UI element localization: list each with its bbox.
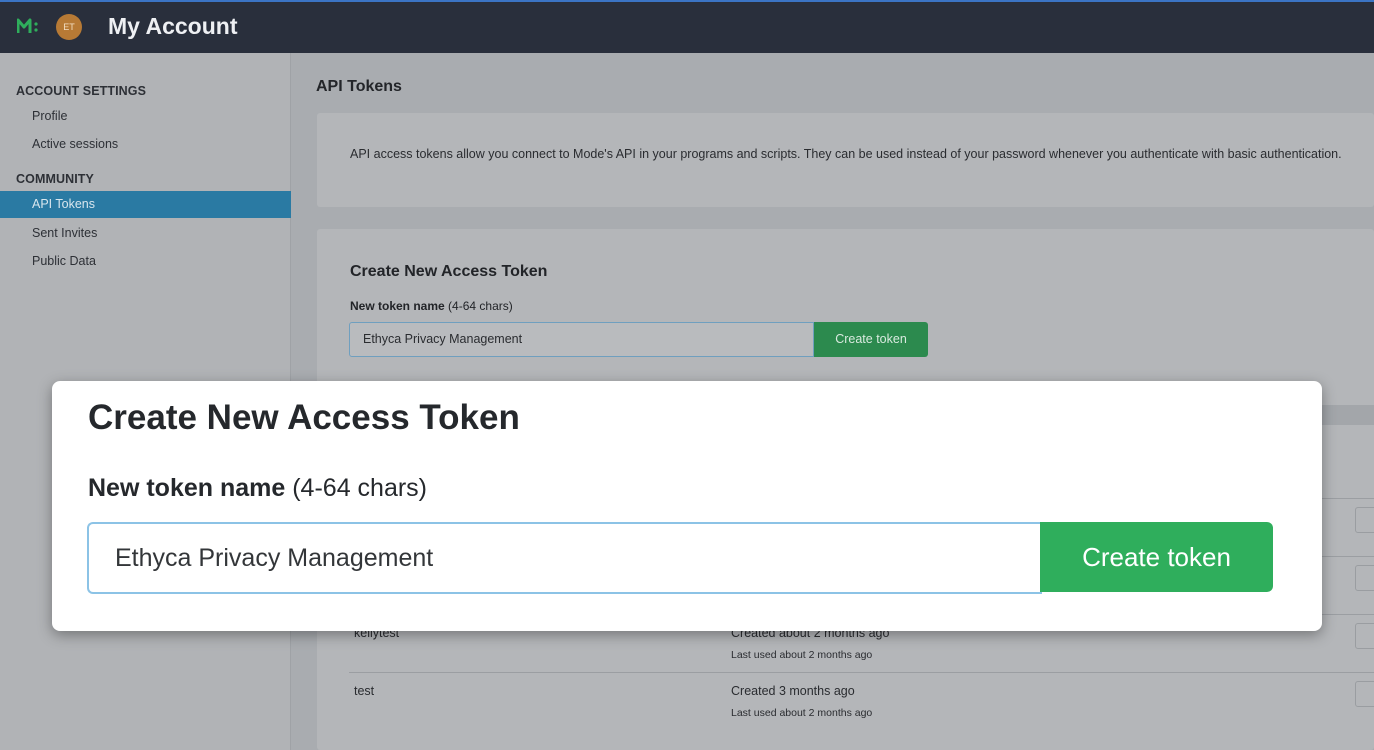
token-row-created: Created 3 months ago — [731, 684, 855, 698]
token-name-label: New token name (4-64 chars) — [350, 299, 513, 313]
create-token-heading: Create New Access Token — [350, 263, 548, 280]
sidebar-item-active-sessions[interactable]: Active sessions — [0, 131, 291, 158]
sidebar-section-account-settings: ACCOUNT SETTINGS — [16, 84, 147, 98]
sidebar-item-api-tokens[interactable]: API Tokens — [0, 191, 291, 218]
token-row-name: test — [354, 684, 375, 698]
zoom-callout: Create New Access Token New token name (… — [52, 381, 1322, 631]
sidebar-item-sent-invites[interactable]: Sent Invites — [0, 220, 291, 247]
callout-token-name-input[interactable]: Ethyca Privacy Management — [87, 522, 1042, 594]
section-title: API Tokens — [316, 78, 402, 95]
token-row-last-used: Last used about 2 months ago — [731, 649, 873, 661]
row-divider — [349, 672, 1374, 673]
page-title: My Account — [108, 13, 238, 39]
callout-token-name-label-bold: New token name — [88, 474, 286, 502]
mode-logo-icon[interactable] — [17, 16, 43, 36]
description-text: API access tokens allow you connect to M… — [350, 147, 1342, 161]
sidebar-item-public-data[interactable]: Public Data — [0, 248, 291, 275]
token-name-hint: (4-64 chars) — [448, 299, 513, 313]
callout-create-token-button[interactable]: Create token — [1040, 522, 1273, 592]
token-row-last-used: Last used about 2 months ago — [731, 707, 873, 719]
token-row-action-button[interactable] — [1355, 623, 1374, 649]
token-name-input[interactable]: Ethyca Privacy Management — [349, 322, 814, 357]
callout-create-token-heading: Create New Access Token — [88, 398, 520, 437]
token-row-action-button[interactable] — [1355, 565, 1374, 591]
top-bar: ET My Account — [0, 0, 1374, 53]
create-token-button[interactable]: Create token — [814, 322, 928, 357]
token-name-label-bold: New token name — [350, 299, 445, 313]
sidebar-item-profile[interactable]: Profile — [0, 103, 291, 130]
token-row-action-button[interactable] — [1355, 681, 1374, 707]
callout-token-name-label: New token name (4-64 chars) — [88, 474, 427, 503]
token-row-action-button[interactable] — [1355, 507, 1374, 533]
callout-token-name-hint: (4-64 chars) — [292, 474, 427, 502]
sidebar-section-community: COMMUNITY — [16, 172, 94, 186]
avatar[interactable]: ET — [56, 14, 82, 40]
